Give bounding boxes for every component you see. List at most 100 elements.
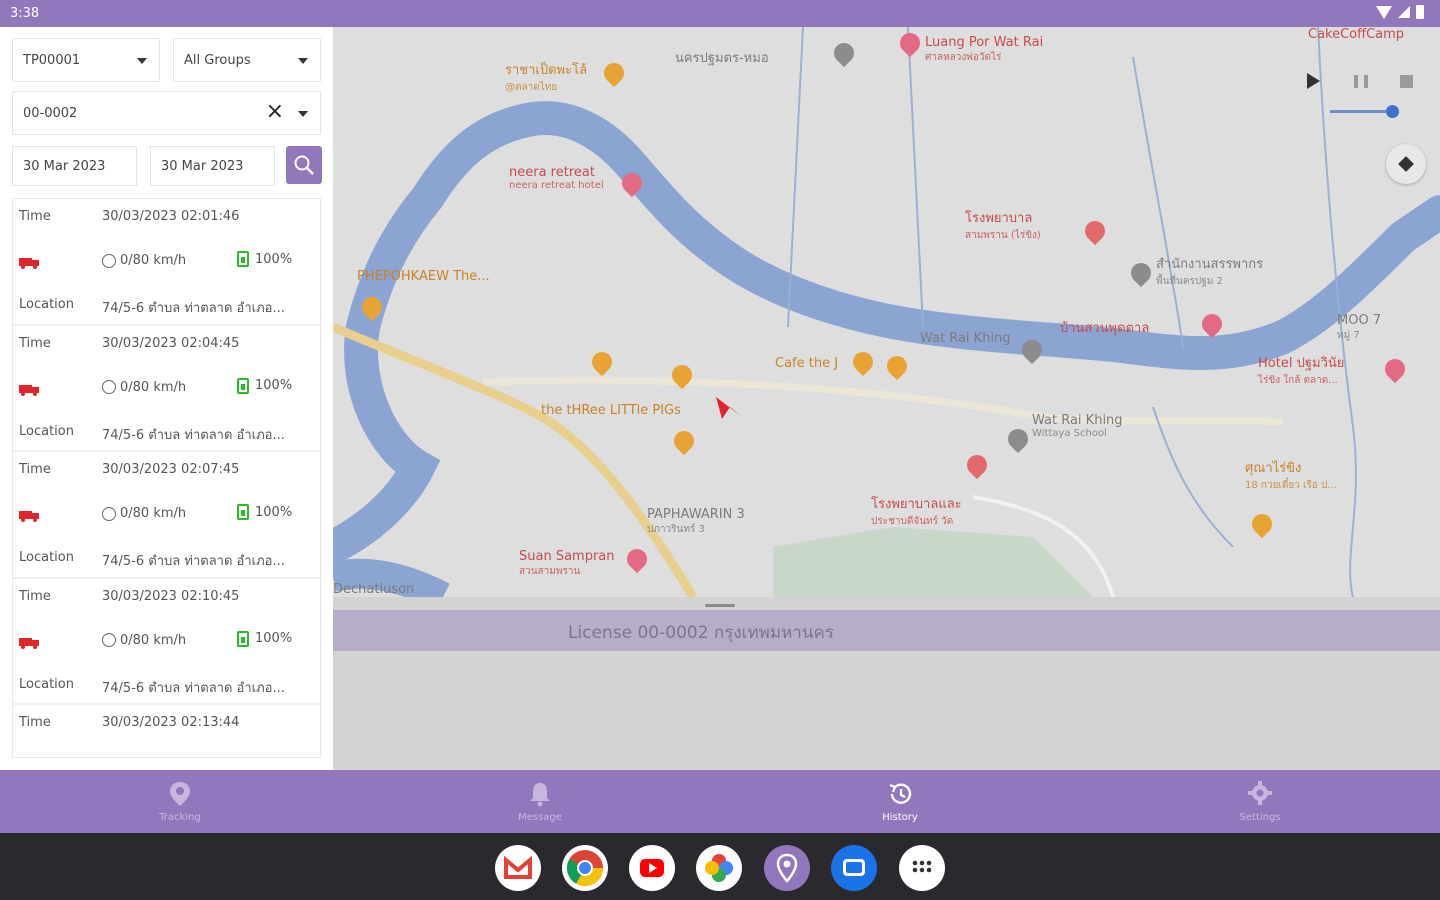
status-time: 3:38 — [10, 6, 40, 21]
place-label[interactable]: ศุณาไร่ขิง 18 กวยเตี๋ยว เรือ ป... — [1245, 457, 1337, 493]
speed-indicator: 0/80 km/h — [102, 253, 186, 268]
nav-history-label: History — [882, 812, 918, 823]
place-label[interactable]: นครปฐมตร-หมอ — [675, 47, 769, 68]
speed-indicator: 0/80 km/h — [102, 633, 186, 648]
tracker-app-icon[interactable] — [764, 845, 810, 891]
chevron-down-icon — [298, 111, 308, 117]
playback-speed-slider[interactable] — [1330, 110, 1392, 113]
record-battery: 100% — [255, 504, 293, 520]
place-label[interactable]: MOO 7 หมู่ 7 — [1337, 313, 1381, 343]
vehicle-dropdown[interactable]: 00-0002 × — [12, 91, 321, 135]
speedometer-icon — [102, 253, 116, 268]
record-battery: 100% — [255, 251, 293, 267]
place-label[interactable]: Dechatiuson — [333, 582, 414, 597]
device-dropdown[interactable]: TP00001 — [12, 38, 160, 82]
place-label[interactable]: PHEPOHKAEW The... — [357, 269, 490, 284]
vehicle-info-sheet[interactable]: License 00-0002 กรุงเทพมหานคร — [333, 597, 1440, 770]
nav-message-label: Message — [518, 812, 562, 823]
nav-settings[interactable]: Settings — [1080, 770, 1440, 833]
pause-button[interactable] — [1354, 75, 1368, 88]
search-icon — [294, 155, 314, 175]
list-item[interactable]: Time 30/03/2023 02:07:45 0/80 km/h 100% … — [13, 452, 320, 579]
place-label[interactable]: Wat Rai Khing — [920, 331, 1011, 346]
date-from-field[interactable]: 30 Mar 2023 — [12, 146, 137, 186]
record-speed: 0/80 km/h — [120, 506, 187, 521]
nav-history[interactable]: History — [720, 770, 1080, 833]
location-label: Location — [19, 676, 74, 692]
stop-button[interactable] — [1400, 75, 1413, 88]
status-icons — [1376, 5, 1424, 19]
truck-icon — [19, 258, 39, 269]
date-to-value: 30 Mar 2023 — [161, 159, 244, 174]
place-label[interactable]: Suan Sampran สวนสามพราน — [519, 549, 615, 579]
search-button[interactable] — [286, 146, 322, 184]
battery-indicator: 100% — [237, 504, 292, 520]
battery-indicator: 100% — [237, 630, 293, 647]
app-drawer-icon[interactable] — [899, 845, 945, 891]
vehicle-marker-icon[interactable] — [716, 393, 744, 419]
place-label[interactable]: บ้านสวนพุดตาล — [1060, 317, 1149, 338]
gmail-app-icon[interactable] — [495, 845, 541, 891]
photos-app-icon[interactable] — [696, 845, 742, 891]
record-time: 30/03/2023 02:01:46 — [102, 209, 240, 224]
place-label[interactable]: CakeCoffCamp — [1308, 27, 1404, 42]
record-location: 74/5-6 ตำบล ท่าตลาด อำเภอ... — [102, 301, 285, 316]
nav-message[interactable]: Message — [360, 770, 720, 833]
place-label[interactable]: Hotel ปฐมวินัย ไร่ขิง ใกล้ ตลาด... — [1258, 352, 1344, 388]
nav-tracking[interactable]: Tracking — [0, 770, 360, 833]
youtube-app-icon[interactable] — [629, 845, 675, 891]
place-label[interactable]: Cafe the J — [775, 356, 838, 371]
device-dropdown-value: TP00001 — [23, 53, 81, 68]
location-pin-icon — [170, 782, 190, 806]
speed-indicator: 0/80 km/h — [102, 506, 186, 521]
speedometer-icon — [102, 633, 116, 647]
messages-app-icon[interactable] — [831, 845, 877, 891]
battery-icon — [1416, 5, 1424, 19]
battery-indicator: 100% — [237, 377, 293, 394]
map-layers-button[interactable] — [1386, 144, 1426, 184]
nav-settings-label: Settings — [1239, 812, 1281, 823]
chrome-app-icon[interactable] — [562, 845, 608, 891]
license-text: License 00-0002 กรุงเทพมหานคร — [568, 623, 834, 643]
place-label[interactable]: ราชาเป็ดพะโล้ @ตลาดไทย — [505, 59, 587, 95]
list-item[interactable]: Time 30/03/2023 02:13:44 — [13, 705, 320, 757]
clear-icon[interactable]: × — [266, 101, 284, 123]
map-view[interactable]: Luang Por Wat Rai ศาลหลวงพ่อวัดไร่ CakeCo… — [333, 27, 1440, 597]
location-label: Location — [19, 550, 74, 565]
place-label[interactable]: Wat Rai Khing Wittaya School — [1032, 413, 1123, 439]
truck-icon — [19, 384, 39, 396]
drag-handle[interactable] — [705, 604, 735, 607]
record-battery: 100% — [255, 631, 293, 646]
record-time: 30/03/2023 02:10:45 — [102, 588, 240, 604]
record-battery: 100% — [255, 378, 293, 393]
list-item[interactable]: Time 30/03/2023 02:10:45 0/80 km/h 100% … — [13, 579, 320, 705]
place-label[interactable]: PAPHAWARIN 3 ปภาวรินทร์ 3 — [647, 507, 745, 537]
chevron-down-icon — [137, 58, 147, 64]
place-label[interactable]: โรงพยาบาลและ ประชาบดีจันทร์ วัด — [871, 493, 962, 529]
time-label: Time — [19, 715, 51, 730]
date-to-field[interactable]: 30 Mar 2023 — [150, 146, 275, 186]
record-time: 30/03/2023 02:07:45 — [102, 462, 240, 477]
history-icon — [889, 783, 912, 804]
list-item[interactable]: Time 30/03/2023 02:04:45 0/80 km/h 100% … — [13, 326, 320, 452]
place-label[interactable]: โรงพยาบาล สามพราน (ไร่ขิง) — [965, 207, 1041, 243]
signal-icon — [1398, 6, 1410, 18]
play-button[interactable] — [1307, 73, 1320, 89]
place-label[interactable]: neera retreat neera retreat hotel — [509, 165, 604, 191]
place-label[interactable]: the tHRee LITTle PIGs — [541, 403, 681, 418]
place-label[interactable]: สำนักงานสรรพากร พื้นที่นครปฐม 2 — [1156, 253, 1263, 289]
list-item[interactable]: Time 30/03/2023 02:01:46 0/80 km/h 100% … — [13, 199, 320, 326]
speedometer-icon — [102, 506, 116, 521]
truck-icon — [19, 637, 39, 649]
vehicle-dropdown-value: 00-0002 — [23, 106, 78, 121]
battery-indicator: 100% — [237, 251, 292, 267]
speedometer-icon — [102, 380, 116, 394]
slider-thumb[interactable] — [1386, 105, 1399, 118]
group-dropdown-value: All Groups — [184, 53, 251, 68]
history-panel: TP00001 All Groups 00-0002 × 30 Mar 2023… — [0, 27, 333, 770]
place-label[interactable]: Luang Por Wat Rai ศาลหลวงพ่อวัดไร่ — [925, 35, 1043, 65]
group-dropdown[interactable]: All Groups — [173, 38, 321, 82]
battery-charging-icon — [237, 630, 249, 647]
battery-charging-icon — [237, 251, 249, 267]
battery-charging-icon — [237, 504, 249, 520]
